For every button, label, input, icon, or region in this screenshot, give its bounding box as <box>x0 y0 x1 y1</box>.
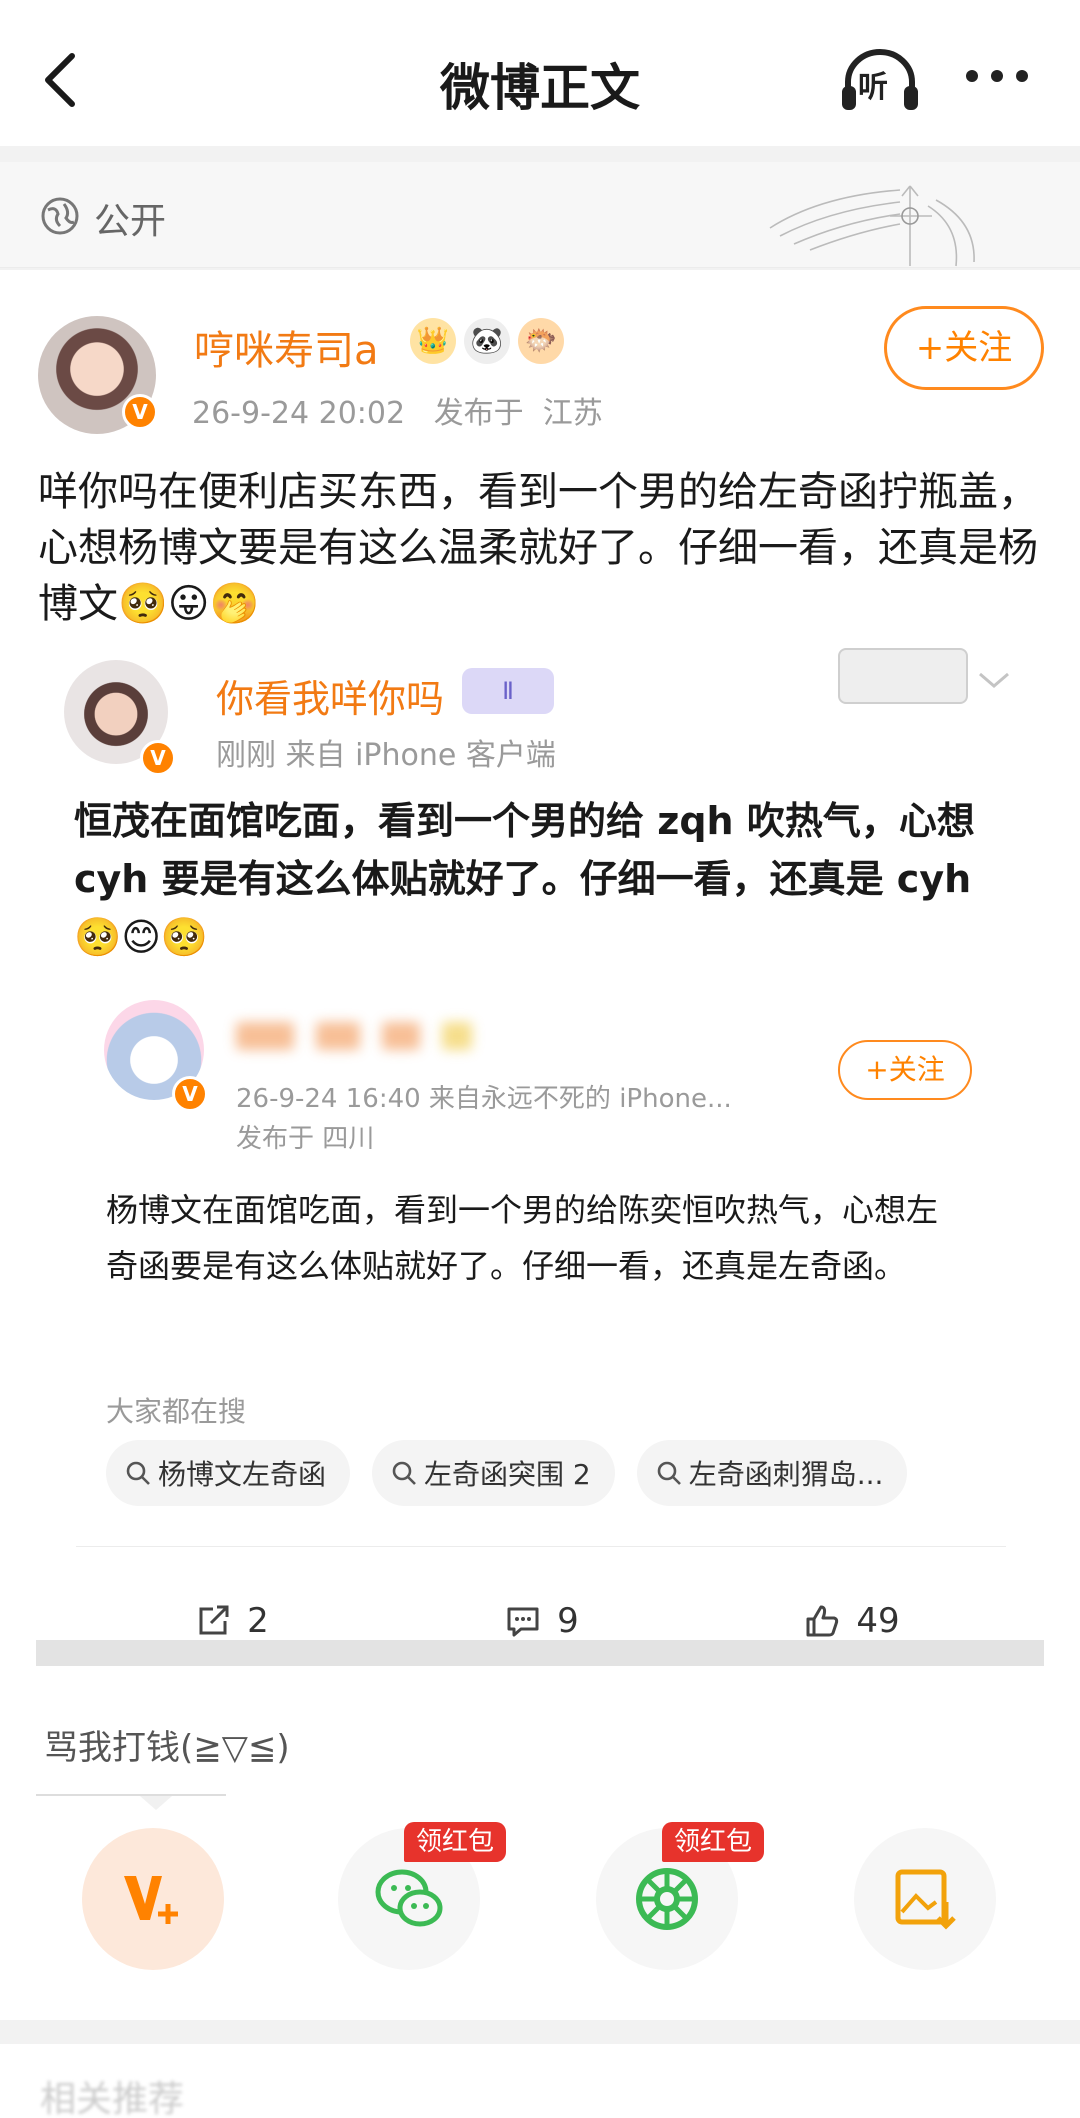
nested-follow-button[interactable]: +关注 <box>838 1040 972 1100</box>
comment-count: 9 <box>557 1601 579 1641</box>
fan-level-badge: Ⅱ <box>462 668 554 714</box>
listen-label: 听 <box>858 70 888 105</box>
reward-underline <box>36 1794 226 1796</box>
panda-badge-icon: 🐼 <box>464 318 510 364</box>
hot-search-tag-label: 杨博文左奇函 <box>158 1458 327 1491</box>
reward-section: 骂我打钱(≧▽≦) 领红包 领红包 <box>0 1670 1080 2020</box>
search-icon <box>657 1461 681 1485</box>
search-icon <box>392 1461 416 1485</box>
thumbs-up-icon <box>806 1605 839 1637</box>
hot-search-tag[interactable]: 左奇函刺猬岛... <box>636 1440 908 1506</box>
quoted-author-name[interactable]: 你看我咩你吗 <box>216 668 444 723</box>
moments-icon <box>636 1868 698 1930</box>
visibility-label: 公开 <box>94 201 167 242</box>
repost-icon <box>199 1605 229 1635</box>
top-nav-bar: 微博正文 听 <box>0 0 1080 146</box>
quoted-meta: 刚刚 来自 iPhone 客户端 <box>216 738 556 773</box>
hot-search-tags: 杨博文左奇函 左奇函突围 2 左奇函刺猬岛... <box>106 1440 908 1506</box>
location-prefix: 发布于 <box>433 396 524 431</box>
wechat-icon <box>375 1869 443 1927</box>
nested-author-name-obscured <box>236 1016 556 1056</box>
repost-button[interactable]: 2 <box>76 1556 386 1686</box>
quoted-body-text: 恒茂在面馆吃面，看到一个男的给 zqh 吹热气，心想 cyh 要是有这么体贴就好… <box>74 799 975 959</box>
horizontal-scroll-strip <box>36 1640 1044 1666</box>
hot-search-tag-label: 左奇函突围 2 <box>424 1458 591 1491</box>
post-location: 江苏 <box>542 396 603 431</box>
repost-count: 2 <box>247 1601 269 1641</box>
hot-search-tag[interactable]: 杨博文左奇函 <box>106 1440 351 1506</box>
like-button[interactable]: 49 <box>696 1556 1006 1686</box>
comment-icon <box>507 1607 539 1637</box>
post-meta: 26-9-24 20:02 发布于 江苏 <box>192 388 603 432</box>
related-recommend-title: 相关推荐 <box>40 2079 185 2118</box>
action-bar: 2 9 49 <box>76 1556 1006 1686</box>
hot-search-tag[interactable]: 左奇函突围 2 <box>372 1440 615 1506</box>
listen-button[interactable]: 听 <box>838 48 922 114</box>
wing-cross-decoration <box>769 185 975 267</box>
nested-meta: 26-9-24 16:40 来自永远不死的 iPhone... <box>236 1084 732 1114</box>
more-options-icon[interactable] <box>962 56 1032 96</box>
verified-badge-icon: V <box>172 1076 208 1112</box>
like-count: 49 <box>856 1601 900 1641</box>
nested-location: 发布于 四川 <box>236 1124 375 1154</box>
nested-body-text: 杨博文在面馆吃面，看到一个男的给陈奕恒吹热气，心想左奇函要是有这么体贴就好了。仔… <box>106 1191 939 1285</box>
comment-button[interactable]: 9 <box>386 1556 696 1686</box>
save-image-button[interactable] <box>854 1828 996 1970</box>
save-image-icon <box>895 1869 956 1930</box>
reward-title: 骂我打钱(≧▽≦) <box>44 1728 290 1768</box>
verified-badge-icon: V <box>140 740 176 776</box>
post-card: V 哼咪寿司a 👑 🐼 🐡 26-9-24 20:02 发布于 江苏 +关注 咩… <box>0 270 1080 1670</box>
divider <box>76 1546 1006 1547</box>
visibility-bar: 公开 <box>0 162 1080 268</box>
search-icon <box>126 1461 150 1485</box>
reward-pointer <box>140 1796 172 1810</box>
chevron-down-icon[interactable] <box>976 668 1012 692</box>
red-packet-tag: 领红包 <box>404 1822 507 1862</box>
vip-plus-icon <box>124 1876 178 1924</box>
red-packet-tag: 领红包 <box>662 1822 765 1862</box>
globe-icon <box>41 197 79 235</box>
hot-search-tag-label: 左奇函刺猬岛... <box>688 1458 884 1491</box>
follow-button[interactable]: +关注 <box>884 306 1044 390</box>
post-body-text: 咩你吗在便利店买东西，看到一个男的给左奇函拧瓶盖，心想杨博文要是有这么温柔就好了… <box>38 469 1038 627</box>
verified-badge-icon: V <box>122 394 158 430</box>
author-name[interactable]: 哼咪寿司a <box>194 318 379 376</box>
pufferfish-badge-icon: 🐡 <box>518 318 564 364</box>
hot-search-label: 大家都在搜 <box>106 1395 247 1428</box>
post-time: 26-9-24 20:02 <box>192 396 406 431</box>
crown-badge-icon: 👑 <box>410 318 456 364</box>
related-recommend-strip: 相关推荐 <box>0 2030 1080 2118</box>
vip-plus-button[interactable] <box>82 1828 224 1970</box>
author-badges: 👑 🐼 🐡 <box>410 318 564 364</box>
sticker-decoration <box>838 648 968 704</box>
